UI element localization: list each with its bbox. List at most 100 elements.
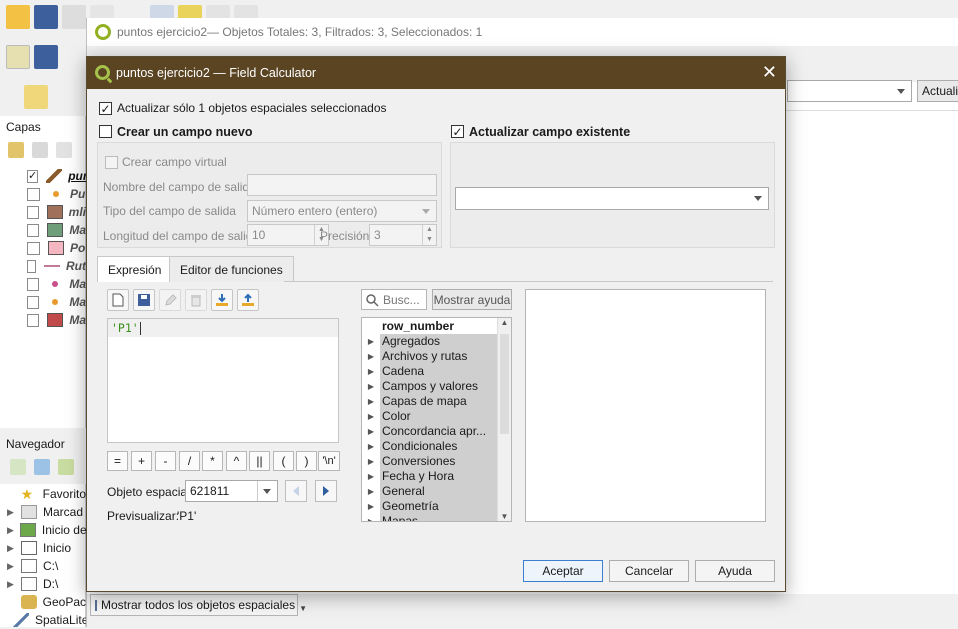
layer-item[interactable]: ✓ pun <box>0 167 90 185</box>
feature-select-arrow[interactable] <box>257 481 277 501</box>
refresh-icon[interactable] <box>34 459 50 475</box>
existing-field-select[interactable] <box>455 187 769 210</box>
save-edits-icon[interactable] <box>34 45 58 69</box>
tab-expression[interactable]: Expresión <box>97 256 173 282</box>
browser-item[interactable]: ▶ Inicio <box>0 539 86 557</box>
import-expression-button[interactable] <box>211 289 233 311</box>
expand-arrow-icon[interactable]: ▶ <box>362 367 380 376</box>
function-group[interactable]: ▶ Mapas <box>362 514 497 521</box>
help-button[interactable]: Ayuda <box>695 560 775 582</box>
layer-item[interactable]: Ma <box>0 221 86 239</box>
expand-arrow-icon[interactable]: ▶ <box>362 457 380 466</box>
browser-item[interactable]: GeoPac <box>0 593 86 611</box>
function-group[interactable]: ▶ Geometría <box>362 499 497 514</box>
browser-item[interactable]: ▶ Marcad <box>0 503 86 521</box>
ok-button[interactable]: Aceptar <box>523 560 603 582</box>
expression-editor[interactable]: 'P1' <box>107 318 339 443</box>
browser-item[interactable]: SpatiaLite <box>0 611 88 629</box>
virtual-field-checkbox[interactable] <box>105 156 118 169</box>
toggle-editing-icon[interactable] <box>6 45 30 69</box>
scroll-down-icon[interactable]: ▼ <box>498 512 511 521</box>
layer-checkbox[interactable] <box>27 277 40 291</box>
expand-arrow-icon[interactable]: ▶ <box>362 502 380 511</box>
function-group[interactable]: ▶ Cadena <box>362 364 497 379</box>
layer-checkbox[interactable]: ✓ <box>27 169 39 183</box>
function-group[interactable]: ▶ Agregados <box>362 334 497 349</box>
layer-checkbox[interactable] <box>27 259 36 273</box>
edit-expression-button[interactable] <box>159 289 181 311</box>
function-group[interactable]: ▶ Capas de mapa <box>362 394 497 409</box>
operator-equals-button[interactable]: = <box>107 451 128 471</box>
scroll-thumb[interactable] <box>500 334 509 434</box>
layer-item[interactable]: Ma <box>0 275 86 293</box>
layer-checkbox[interactable] <box>27 223 40 237</box>
next-feature-button[interactable] <box>315 480 337 502</box>
layer-item[interactable]: Rut <box>0 257 86 275</box>
expand-arrow-icon[interactable]: ▶ <box>362 442 380 451</box>
layer-item[interactable]: Ma <box>0 311 86 329</box>
attribute-field-combo[interactable] <box>787 80 912 102</box>
filter-icon[interactable] <box>58 459 74 475</box>
new-print-layout-icon[interactable] <box>62 5 86 29</box>
browser-item[interactable]: ★ Favorito <box>0 485 86 503</box>
operator-close-paren-button[interactable]: ) <box>296 451 317 471</box>
layer-item[interactable]: Ma <box>0 293 86 311</box>
browser-item[interactable]: ▶ D:\ <box>0 575 86 593</box>
output-field-length-spinbox[interactable]: 10 ▲ ▼ <box>247 224 329 246</box>
tab-function-editor[interactable]: Editor de funciones <box>169 256 294 282</box>
spin-arrows-icon[interactable]: ▲ ▼ <box>422 225 436 245</box>
layer-checkbox[interactable] <box>27 187 40 201</box>
operator-divide-button[interactable]: / <box>179 451 200 471</box>
select-features-icon[interactable] <box>24 85 48 109</box>
operator-minus-button[interactable]: - <box>155 451 176 471</box>
expand-arrow-icon[interactable]: ▶ <box>362 412 380 421</box>
output-field-type-select[interactable]: Número entero (entero) <box>247 200 437 222</box>
feature-select[interactable]: 621811 <box>185 480 278 502</box>
precision-spinbox[interactable]: 3 ▲ ▼ <box>369 224 437 246</box>
function-group[interactable]: ▶ Campos y valores <box>362 379 497 394</box>
cancel-button[interactable]: Cancelar <box>609 560 689 582</box>
output-field-name-input[interactable] <box>247 174 437 196</box>
function-group[interactable]: ▶ Fecha y Hora <box>362 469 497 484</box>
function-search-input[interactable]: Busc... <box>361 289 427 310</box>
function-list[interactable]: row_number ▶ Agregados ▶ Archivos y rutas … <box>361 317 512 522</box>
operator-newline-button[interactable]: '\n' <box>318 451 340 471</box>
function-item[interactable]: row_number <box>362 319 497 334</box>
add-selected-layers-icon[interactable] <box>10 459 26 475</box>
function-group[interactable]: ▶ Archivos y rutas <box>362 349 497 364</box>
function-group[interactable]: ▶ Conversiones <box>362 454 497 469</box>
close-icon[interactable]: ✕ <box>762 62 777 83</box>
open-folder-icon[interactable] <box>6 5 30 29</box>
create-new-field-checkbox[interactable] <box>99 125 112 138</box>
layer-checkbox[interactable] <box>27 205 39 219</box>
save-project-icon[interactable] <box>34 5 58 29</box>
new-file-button[interactable] <box>107 289 129 311</box>
show-help-button[interactable]: Mostrar ayuda <box>432 289 512 310</box>
operator-plus-button[interactable]: + <box>131 451 152 471</box>
expand-arrow-icon[interactable]: ▶ <box>362 517 380 521</box>
function-list-scrollbar[interactable]: ▲ ▼ <box>497 318 511 521</box>
expand-arrow-icon[interactable]: ▶ <box>362 397 380 406</box>
function-group[interactable]: ▶ Condicionales <box>362 439 497 454</box>
visibility-eye-icon[interactable] <box>56 142 72 158</box>
operator-concat-button[interactable]: || <box>249 451 270 471</box>
operator-power-button[interactable]: ^ <box>226 451 247 471</box>
expand-arrow-icon[interactable]: ▶ <box>362 352 380 361</box>
function-group[interactable]: ▶ Color <box>362 409 497 424</box>
delete-expression-button[interactable] <box>185 289 207 311</box>
browser-item[interactable]: ▶ C:\ <box>0 557 86 575</box>
layer-item[interactable]: Po <box>0 239 86 257</box>
expand-arrow-icon[interactable]: ▶ <box>362 472 380 481</box>
browser-item[interactable]: ▶ Inicio de <box>0 521 87 539</box>
scroll-up-icon[interactable]: ▲ <box>498 318 511 327</box>
layer-checkbox[interactable] <box>27 295 40 309</box>
expand-arrow-icon[interactable]: ▶ <box>362 487 380 496</box>
show-features-filter[interactable]: Mostrar todos los objetos espaciales ▼ <box>90 594 307 616</box>
previous-feature-button[interactable] <box>285 480 307 502</box>
operator-open-paren-button[interactable]: ( <box>273 451 294 471</box>
expand-arrow-icon[interactable]: ▶ <box>362 427 380 436</box>
add-group-icon[interactable] <box>32 142 48 158</box>
layer-checkbox[interactable] <box>27 241 40 255</box>
layer-checkbox[interactable] <box>27 313 40 327</box>
update-selected-checkbox[interactable]: ✓ <box>99 102 112 115</box>
